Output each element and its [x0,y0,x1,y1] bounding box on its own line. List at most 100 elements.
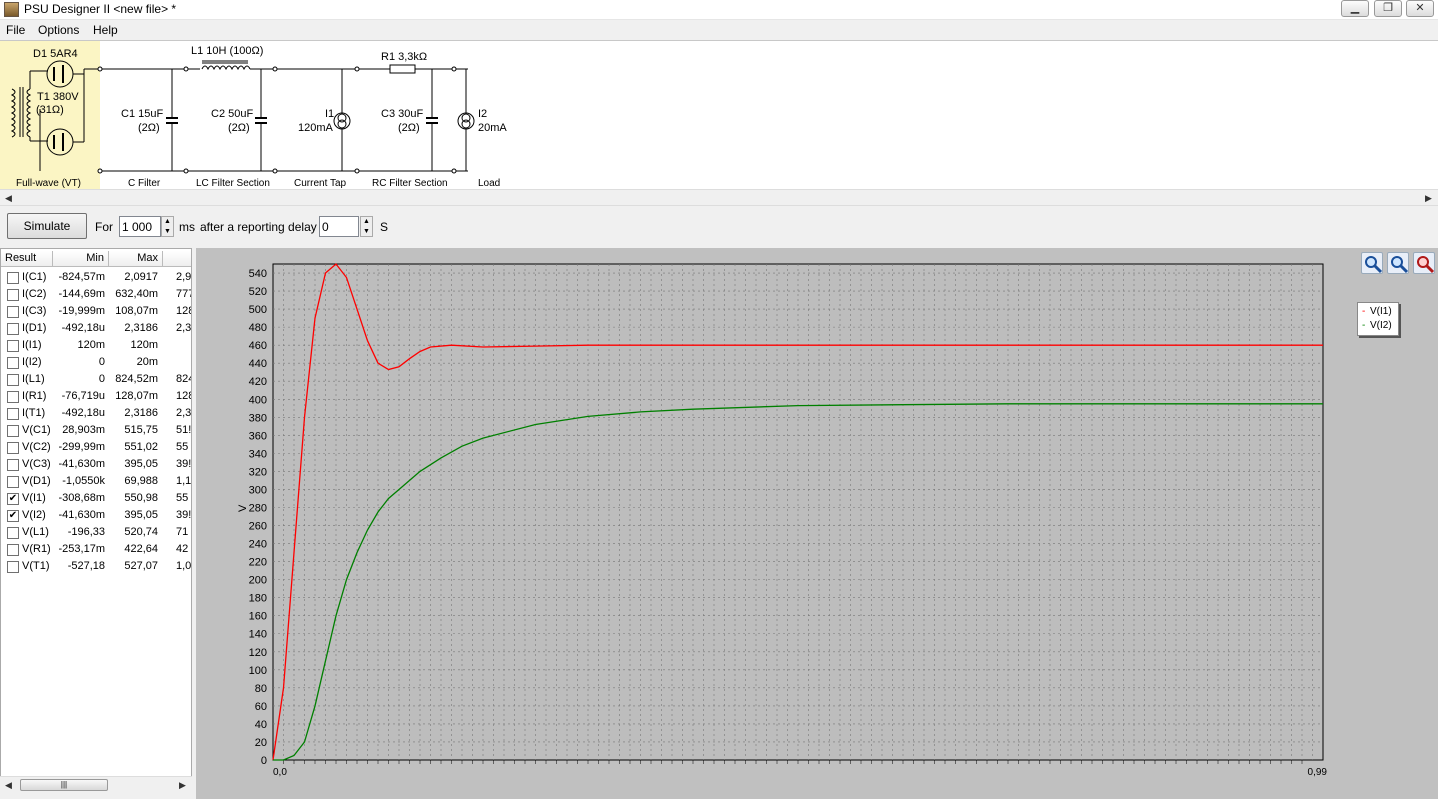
result-row[interactable]: I(I1) 120m 120m [1,337,191,354]
menu-help[interactable]: Help [93,23,118,37]
result-checkbox[interactable] [7,323,19,335]
result-row[interactable]: V(L1) -196,33 520,74 71 [1,524,191,541]
result-name: V(R1) [22,543,51,555]
result-checkbox[interactable] [7,561,19,573]
y-tick-label: 480 [249,322,267,334]
menu-options[interactable]: Options [38,23,79,37]
r1-label: R1 3,3kΩ [381,51,428,63]
chart-svg: 0 20 40 60 80 100 120 140 160 180 200 220 240 260 280 3… [237,263,1328,778]
delay-input[interactable] [319,216,359,237]
schematic-scrollbar[interactable]: ◀ ▶ [0,189,1438,206]
result-checkbox[interactable] [7,459,19,471]
y-tick-label: 140 [249,629,267,641]
y-tick-label: 340 [249,448,267,460]
scroll-right-arrow[interactable]: ▶ [1420,190,1437,206]
result-row[interactable]: V(C3) -41,630m 395,05 39! [1,456,191,473]
result-row[interactable]: I(I2) 0 20m [1,354,191,371]
result-checkbox[interactable] [7,476,19,488]
result-checkbox[interactable] [7,527,19,539]
result-row[interactable]: V(D1) -1,0550k 69,988 1,12 [1,473,191,490]
result-name: V(C3) [22,458,51,470]
result-row[interactable]: I(R1) -76,719u 128,07m 128, [1,388,191,405]
result-name: I(D1) [22,322,47,334]
result-row[interactable]: V(T1) -527,18 527,07 1,05 [1,558,191,575]
result-checkbox[interactable] [7,391,19,403]
delay-label: after a reporting delay of [200,220,331,234]
result-row[interactable]: ✔ V(I1) -308,68m 550,98 55 [1,490,191,507]
x-tick-label-end: 0,99 [1308,767,1328,778]
result-name: V(C1) [22,424,51,436]
result-row[interactable]: I(L1) 0 824,52m 824, [1,371,191,388]
close-button[interactable]: ✕ [1406,0,1434,17]
col-extra[interactable] [163,251,191,267]
result-checkbox[interactable] [7,340,19,352]
restore-button[interactable]: ❐ [1374,0,1402,17]
schematic-canvas[interactable]: D1 5AR4 T1 380V (31Ω) C1 15uF (2Ω) L1 10… [0,40,1438,191]
col-result[interactable]: Result [1,251,53,267]
section-rc-filter[interactable]: RC Filter Section [372,178,448,189]
result-extra: 71 [176,526,189,538]
zoom-out-icon[interactable] [1387,252,1409,274]
result-name: V(D1) [22,475,51,487]
section-current-tap[interactable]: Current Tap [294,178,346,189]
result-min: -196,33 [67,526,105,538]
simulate-button[interactable]: Simulate [7,213,87,239]
results-scrollbar[interactable]: ◀ ||| ▶ [0,776,192,793]
result-extra: 777, [176,288,191,300]
results-header: Result Min Max [1,251,191,267]
y-tick-label: 500 [249,304,267,316]
delay-spinner[interactable]: ▲ ▼ [360,216,373,237]
result-max: 515,75 [124,424,158,436]
result-checkbox[interactable] [7,544,19,556]
result-checkbox[interactable] [7,306,19,318]
result-row[interactable]: ✔ V(I2) -41,630m 395,05 39! [1,507,191,524]
duration-input[interactable] [119,216,161,237]
minimize-button[interactable]: ▁ [1341,0,1369,17]
result-row[interactable]: I(T1) -492,18u 2,3186 2,3 [1,405,191,422]
col-max[interactable]: Max [109,251,163,267]
y-tick-label: 100 [249,665,267,677]
zoom-in-icon[interactable] [1361,252,1383,274]
menu-file[interactable]: File [6,23,25,37]
result-name: V(T1) [22,560,50,572]
result-checkbox[interactable]: ✔ [7,510,19,522]
result-max: 2,3186 [124,322,158,334]
results-scroll-left[interactable]: ◀ [0,777,17,793]
section-rectifier[interactable]: Full-wave (VT) [16,178,81,189]
section-lc-filter[interactable]: LC Filter Section [196,178,270,189]
result-min: -41,630m [58,458,105,470]
result-checkbox[interactable]: ✔ [7,493,19,505]
results-scroll-right[interactable]: ▶ [174,777,191,793]
duration-spinner[interactable]: ▲ ▼ [161,216,174,237]
y-tick-label: 280 [249,502,267,514]
result-checkbox[interactable] [7,408,19,420]
result-row[interactable]: V(C2) -299,99m 551,02 55 [1,439,191,456]
result-row[interactable]: I(C3) -19,999m 108,07m 128, [1,303,191,320]
col-min[interactable]: Min [53,251,109,267]
result-checkbox[interactable] [7,272,19,284]
scroll-left-arrow[interactable]: ◀ [0,190,17,206]
y-tick-label: 40 [255,719,267,731]
result-extra: 128, [176,305,191,317]
result-row[interactable]: I(D1) -492,18u 2,3186 2,3 [1,320,191,337]
results-list[interactable]: Result Min Max I(C1) -824,57m 2,0917 2,9 I(C… [0,248,192,793]
result-row[interactable]: V(C1) 28,903m 515,75 51! [1,422,191,439]
result-checkbox[interactable] [7,374,19,386]
result-checkbox[interactable] [7,357,19,369]
result-row[interactable]: I(C1) -824,57m 2,0917 2,9 [1,269,191,286]
result-checkbox[interactable] [7,289,19,301]
zoom-reset-icon[interactable] [1413,252,1435,274]
result-row[interactable]: V(R1) -253,17m 422,64 42 [1,541,191,558]
i2-label: I2 [478,108,488,120]
result-max: 632,40m [115,288,158,300]
result-row[interactable]: I(C2) -144,69m 632,40m 777, [1,286,191,303]
result-min: -76,719u [61,390,105,402]
section-load[interactable]: Load [478,178,500,189]
results-scroll-thumb[interactable]: ||| [20,779,108,791]
d1-label: D1 5AR4 [33,48,78,60]
result-checkbox[interactable] [7,425,19,437]
result-checkbox[interactable] [7,442,19,454]
l1-label: L1 10H (100Ω) [191,45,264,57]
y-axis-label: V [237,504,249,512]
section-c-filter[interactable]: C Filter [128,178,160,189]
